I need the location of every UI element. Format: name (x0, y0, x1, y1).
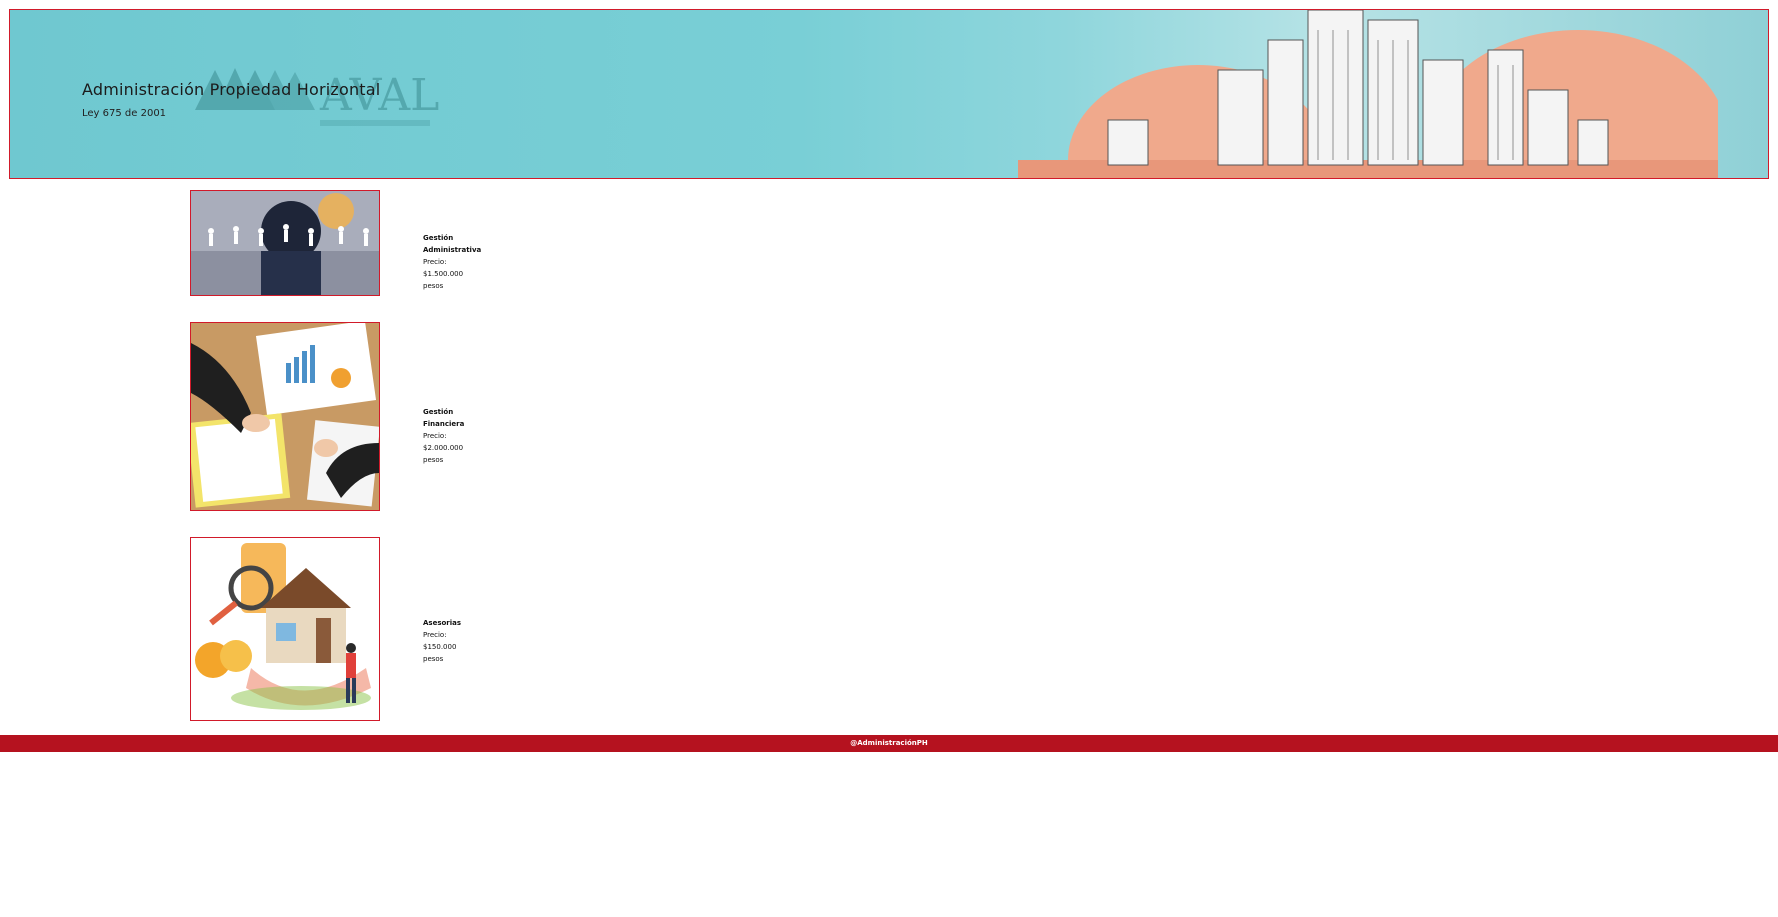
header-banner: AVAL Administración Propiedad Horizontal… (9, 9, 1769, 179)
service-name: Asesorias (423, 619, 462, 627)
page-title: Administración Propiedad Horizontal (82, 80, 381, 99)
page-subtitle: Ley 675 de 2001 (82, 108, 167, 119)
service-price: Precio: $1.500.000 pesos (423, 258, 464, 290)
service-details: Gestión Financiera Precio: $2.000.000 pe… (423, 406, 464, 466)
page: AVAL Administración Propiedad Horizontal… (0, 0, 1778, 917)
house-in-hand-image (190, 537, 380, 721)
city-in-hands-illustration (1018, 10, 1718, 178)
service-name: Gestión Financiera (423, 408, 465, 428)
service-details: Gestión Administrativa Precio: $1.500.00… (423, 232, 481, 292)
service-details: Asesorias Precio: $150.000 pesos (423, 617, 461, 665)
financial-charts-image (190, 322, 380, 511)
company-logo: AVAL (195, 68, 439, 126)
service-price: Precio: $150.000 pesos (423, 631, 457, 663)
service-price: Precio: $2.000.000 pesos (423, 432, 464, 464)
footer: @AdministraciónPH (0, 735, 1778, 752)
footer-handle: @AdministraciónPH (850, 739, 928, 747)
service-name: Gestión Administrativa (423, 234, 482, 254)
business-network-image (190, 190, 380, 296)
